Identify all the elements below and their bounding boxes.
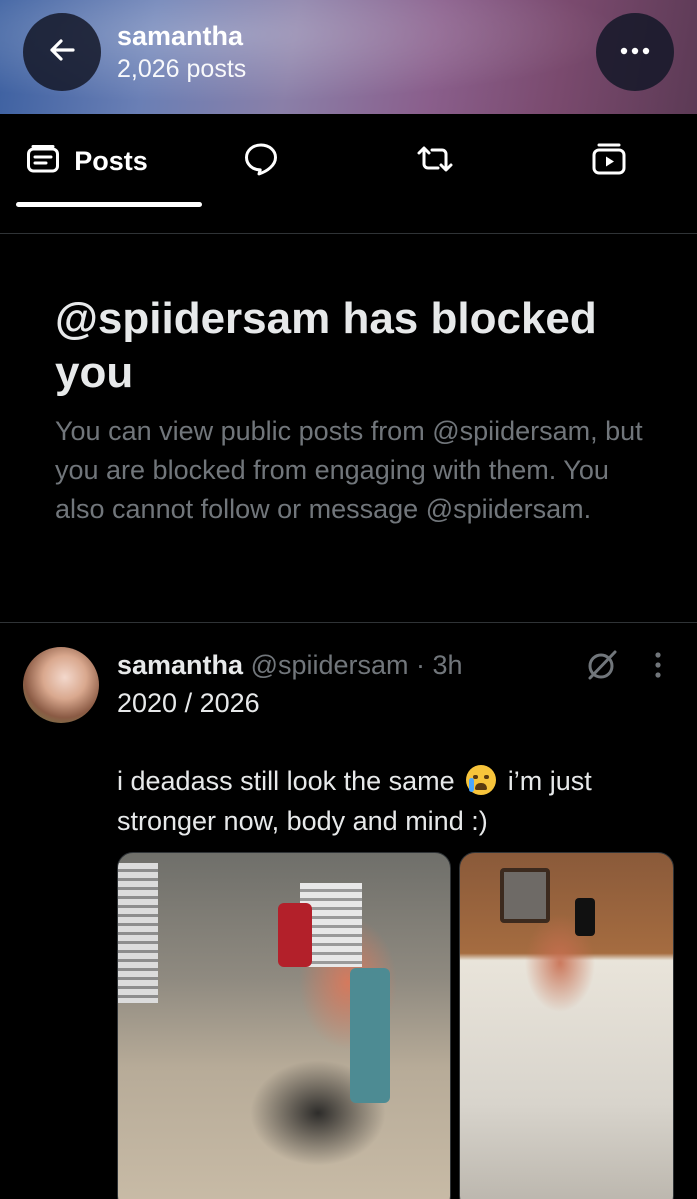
posts-icon: [26, 144, 60, 179]
post-handle-time: @spiidersam · 3h: [250, 650, 463, 680]
tab-media[interactable]: [522, 114, 696, 208]
more-dots-icon: [619, 43, 651, 61]
wall-frame: [500, 868, 550, 923]
active-tab-indicator: [16, 202, 202, 207]
blocked-title: @spiidersam has blocked you: [55, 294, 597, 397]
post-count: 2,026 posts: [117, 55, 247, 83]
phone: [575, 898, 595, 936]
towel: [350, 968, 390, 1103]
profile-tabs: Posts: [0, 114, 697, 208]
profile-banner: [0, 0, 697, 114]
post-image-2[interactable]: [459, 852, 674, 1199]
crying-face-icon: [466, 765, 497, 795]
profile-header: samantha 2,026 posts: [117, 20, 246, 86]
divider: [0, 622, 697, 623]
avatar[interactable]: [23, 647, 99, 723]
post-body: i deadass still look the same i’m just s…: [117, 761, 677, 841]
blocked-notice: @spiidersam has blocked you You can view…: [55, 292, 665, 529]
tab-posts-label: Posts: [74, 145, 148, 176]
tab-replies[interactable]: [174, 114, 348, 208]
post-first-line: 2020 / 2026: [117, 688, 260, 718]
repost-icon: [415, 143, 455, 180]
more-button[interactable]: [596, 13, 674, 91]
phone: [278, 903, 312, 967]
post-author-name[interactable]: samantha: [117, 650, 243, 680]
profile-name: samantha: [117, 21, 244, 51]
post-image-1[interactable]: [117, 852, 451, 1199]
reply-bubble-icon: [243, 142, 279, 181]
grok-icon[interactable]: [582, 645, 622, 685]
tab-reposts[interactable]: [348, 114, 522, 208]
blocked-description: You can view public posts from @spiiders…: [55, 416, 643, 524]
tab-posts[interactable]: Posts: [0, 114, 174, 208]
divider: [0, 233, 697, 234]
post-text-part-1: i deadass still look the same: [117, 766, 455, 796]
post-more-icon[interactable]: [646, 647, 670, 683]
back-button[interactable]: [23, 13, 101, 91]
arrow-left-icon: [46, 34, 78, 71]
window-blinds: [118, 863, 158, 1003]
post-header: samantha @spiidersam · 3h: [117, 646, 463, 684]
media-icon: [591, 142, 627, 181]
